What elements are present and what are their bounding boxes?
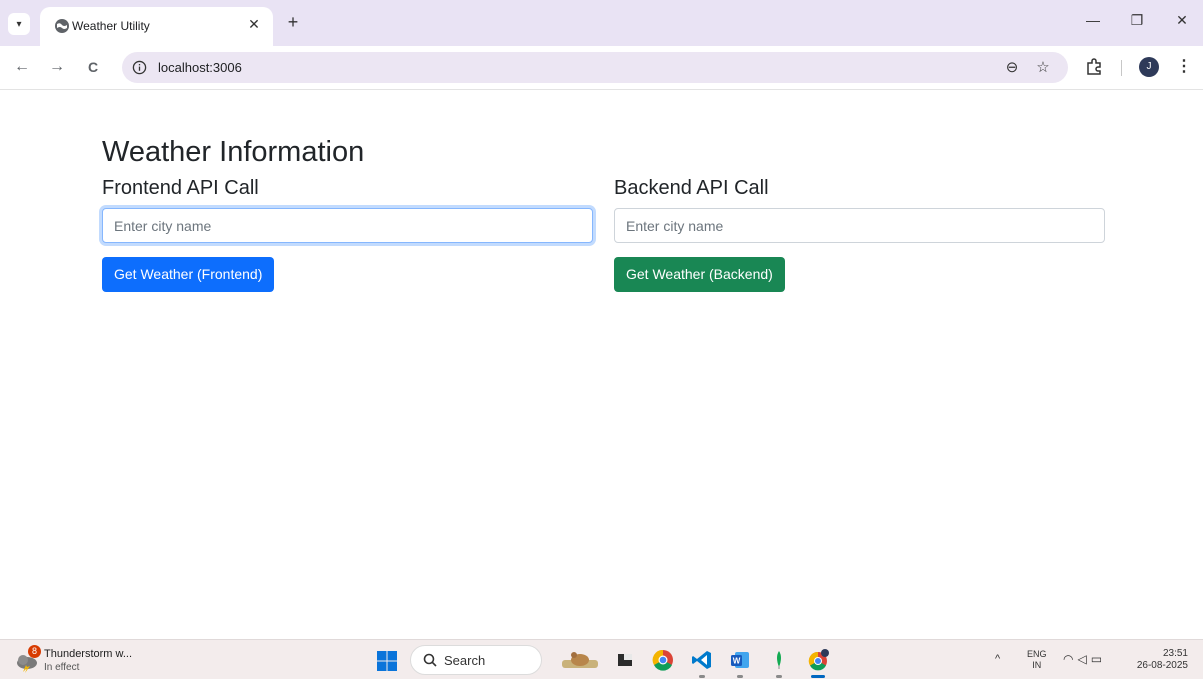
language-code: ENG xyxy=(1027,649,1047,659)
taskbar-app-terminal[interactable] xyxy=(613,648,637,672)
browser-window: ▾ Weather Utility ✕ + — ❐ ✕ ← → C localh… xyxy=(0,0,1203,679)
address-bar[interactable]: localhost:3006 ⊖ ☆ xyxy=(122,52,1068,83)
site-info-icon[interactable] xyxy=(132,60,147,75)
taskbar-app-chrome-profile[interactable] xyxy=(806,648,830,678)
weather-widget[interactable]: 8 Thunderstorm w... In effect xyxy=(14,645,164,675)
battery-icon: ▭ xyxy=(1090,652,1107,666)
search-icon xyxy=(423,653,437,667)
weather-alert-badge: 8 xyxy=(28,645,41,658)
svg-text:W: W xyxy=(733,657,741,666)
terminal-icon xyxy=(618,654,632,666)
running-indicator xyxy=(737,675,743,678)
reload-button[interactable]: C xyxy=(83,57,103,77)
backend-city-input[interactable] xyxy=(614,208,1105,243)
clock-time: 23:51 xyxy=(1162,648,1188,659)
forward-button[interactable]: → xyxy=(47,57,67,77)
frontend-section: Frontend API Call Get Weather (Frontend) xyxy=(102,177,593,292)
tray-status-icons[interactable]: ◠◁▭ xyxy=(1063,652,1106,666)
taskbar-app-word[interactable]: W xyxy=(728,648,752,678)
tab-weather-utility[interactable]: Weather Utility ✕ xyxy=(40,7,273,46)
chrome-icon xyxy=(652,649,673,671)
tray-overflow-chevron-icon[interactable]: ^ xyxy=(995,653,1000,665)
weather-title: Thunderstorm w... xyxy=(44,648,133,660)
chrome-profile-icon xyxy=(808,649,829,671)
windows-taskbar: 8 Thunderstorm w... In effect Search W ^… xyxy=(0,639,1203,679)
taskbar-app-mongodb[interactable] xyxy=(767,648,791,678)
tab-strip: ▾ Weather Utility ✕ + — ❐ ✕ xyxy=(0,0,1203,46)
restore-button[interactable]: ❐ xyxy=(1127,12,1147,29)
toolbar-divider xyxy=(1121,60,1122,76)
language-indicator[interactable]: ENG IN xyxy=(1027,649,1047,671)
windows-start-icon[interactable] xyxy=(377,651,397,671)
region-code: IN xyxy=(1032,660,1042,670)
search-label: Search xyxy=(444,653,486,668)
bookmark-star-icon[interactable]: ☆ xyxy=(1033,58,1053,78)
frontend-heading: Frontend API Call xyxy=(102,177,259,199)
news-widget-icon[interactable] xyxy=(560,648,600,672)
taskbar-search[interactable]: Search xyxy=(410,645,542,675)
backend-section: Backend API Call Get Weather (Backend) xyxy=(614,177,1105,292)
volume-icon: ◁ xyxy=(1077,652,1091,666)
tab-close-icon[interactable]: ✕ xyxy=(245,16,263,33)
tab-title: Weather Utility xyxy=(72,19,150,33)
system-clock[interactable]: 23:51 26-08-2025 xyxy=(1133,648,1188,672)
web-page: Weather Information Frontend API Call Ge… xyxy=(0,91,1203,639)
word-icon: W xyxy=(731,652,749,668)
active-indicator xyxy=(811,675,825,678)
back-button[interactable]: ← xyxy=(12,57,32,77)
vscode-icon xyxy=(692,651,711,669)
wifi-icon: ◠ xyxy=(1063,652,1078,666)
running-indicator xyxy=(699,675,705,678)
backend-heading: Backend API Call xyxy=(614,177,769,199)
get-weather-backend-button[interactable]: Get Weather (Backend) xyxy=(614,257,785,292)
zoom-icon[interactable]: ⊖ xyxy=(1002,58,1022,78)
close-window-button[interactable]: ✕ xyxy=(1172,12,1192,29)
new-tab-button[interactable]: + xyxy=(283,12,303,33)
get-weather-frontend-button[interactable]: Get Weather (Frontend) xyxy=(102,257,275,292)
frontend-city-input[interactable] xyxy=(102,208,593,243)
extensions-puzzle-icon[interactable] xyxy=(1084,57,1104,77)
weather-subtitle: In effect xyxy=(44,662,80,673)
profile-avatar[interactable]: J xyxy=(1139,57,1159,77)
page-title: Weather Information xyxy=(102,136,365,168)
taskbar-app-chrome[interactable] xyxy=(651,648,675,672)
tab-search-dropdown-icon[interactable]: ▾ xyxy=(8,13,30,35)
clock-date: 26-08-2025 xyxy=(1136,660,1188,671)
minimize-button[interactable]: — xyxy=(1083,12,1103,28)
url-text[interactable]: localhost:3006 xyxy=(158,60,242,75)
browser-menu-icon[interactable]: ⋮ xyxy=(1176,57,1192,77)
running-indicator xyxy=(776,675,782,678)
globe-icon xyxy=(55,19,69,33)
browser-toolbar: ← → C localhost:3006 ⊖ ☆ J ⋮ xyxy=(0,46,1203,90)
mongodb-leaf-icon xyxy=(777,651,781,669)
taskbar-app-vscode[interactable] xyxy=(690,648,714,678)
